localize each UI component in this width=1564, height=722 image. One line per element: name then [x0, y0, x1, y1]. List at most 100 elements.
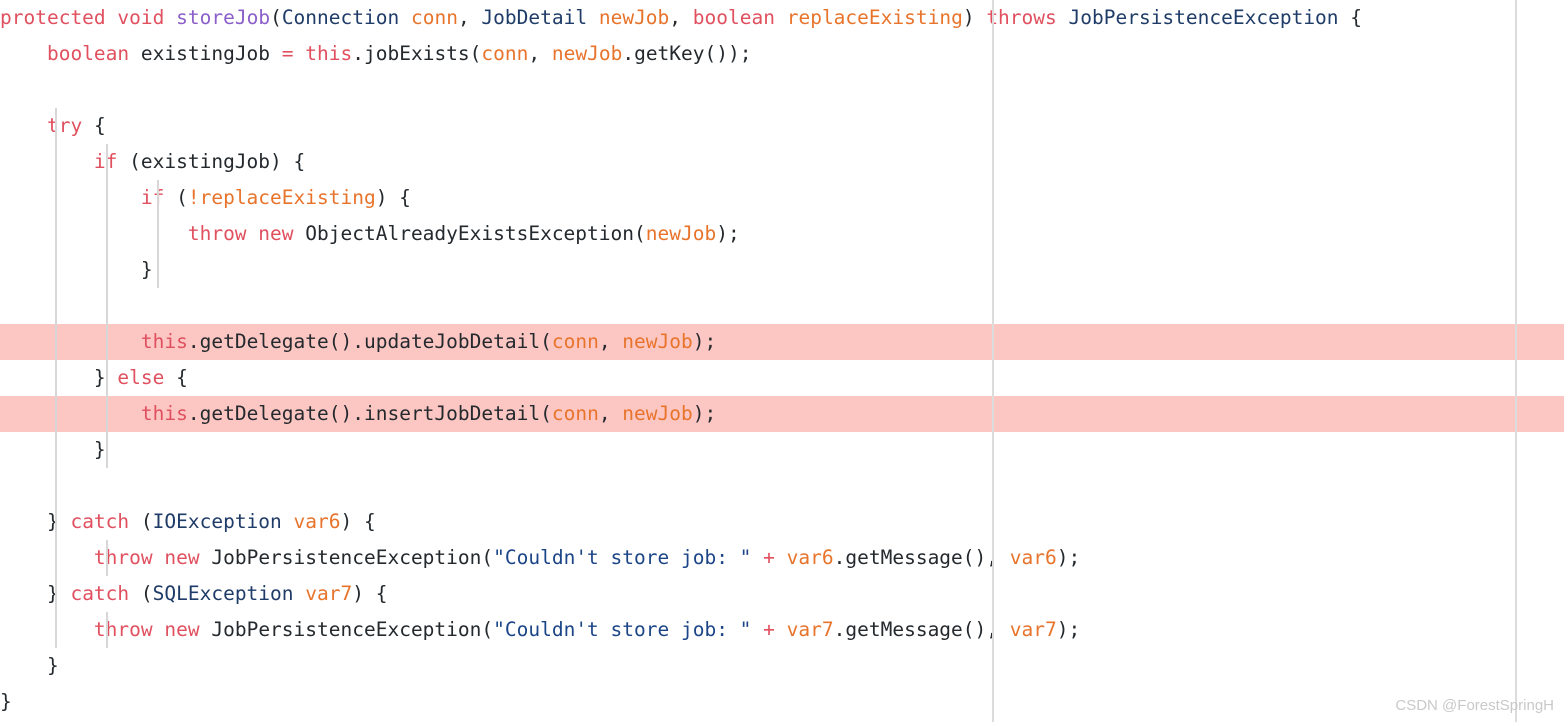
token-pun: [0, 330, 141, 353]
token-par: newJob: [598, 6, 670, 29]
indent-guide-3: [157, 180, 159, 288]
token-kw: protected: [0, 6, 106, 29]
token-opr: =: [281, 42, 294, 65]
code-line[interactable]: if (existingJob) {: [0, 144, 1564, 180]
token-fn: getMessage: [845, 618, 963, 641]
code-line[interactable]: }: [0, 432, 1564, 468]
token-kw: else: [117, 366, 165, 389]
code-line[interactable]: [0, 288, 1564, 324]
token-pun: (existingJob) {: [117, 150, 306, 173]
token-par: var7: [1009, 618, 1057, 641]
token-pun: (: [540, 330, 552, 353]
token-str: "Couldn't store job: ": [493, 618, 752, 641]
token-pun: [0, 222, 188, 245]
token-typ: JobPersistenceException: [211, 618, 482, 641]
token-kw: new: [164, 546, 200, 569]
code-line-highlighted[interactable]: this.getDelegate().updateJobDetail(conn,…: [0, 324, 1564, 360]
code-line-text: if (!replaceExisting) {: [0, 180, 411, 216]
code-line[interactable]: throw new ObjectAlreadyExistsException(n…: [0, 216, 1564, 252]
token-fn: getKey: [634, 42, 705, 65]
code-line-text: }: [0, 684, 12, 720]
code-line[interactable]: } catch (IOException var6) {: [0, 504, 1564, 540]
token-pun: ,: [528, 42, 552, 65]
token-pun: [0, 618, 94, 641]
code-line[interactable]: throw new JobPersistenceException("Could…: [0, 540, 1564, 576]
token-pun: [751, 618, 763, 641]
token-pun: [399, 6, 411, 29]
token-pun: (: [481, 618, 494, 641]
token-kw: new: [164, 618, 200, 641]
code-line[interactable]: }: [0, 648, 1564, 684]
token-pun: );: [692, 402, 717, 425]
token-pun: ,: [669, 6, 693, 29]
code-line-highlighted[interactable]: this.getDelegate().insertJobDetail(conn,…: [0, 396, 1564, 432]
token-pun: ,: [598, 402, 623, 425]
indent-guide-5: [106, 612, 108, 648]
code-line[interactable]: }: [0, 252, 1564, 288]
token-pun: ) {: [352, 582, 388, 605]
code-line[interactable]: if (!replaceExisting) {: [0, 180, 1564, 216]
token-pun: [0, 42, 47, 65]
indent-guide-4: [106, 540, 108, 576]
token-par: newJob: [622, 402, 693, 425]
token-typn: JobDetail: [481, 6, 588, 29]
code-line-text: }: [0, 252, 153, 288]
token-pun: (: [129, 510, 153, 533]
token-pun: );: [716, 222, 740, 245]
token-kw: this: [305, 42, 353, 65]
token-pun: [751, 546, 763, 569]
code-line[interactable]: throw new JobPersistenceException("Could…: [0, 612, 1564, 648]
token-str: "Couldn't store job: ": [493, 546, 752, 569]
token-pun: [0, 402, 141, 425]
token-pun: }: [0, 582, 71, 605]
token-par: newJob: [645, 222, 717, 245]
token-pun: ,: [598, 330, 623, 353]
token-pun: );: [1056, 546, 1081, 569]
token-pun: {: [82, 114, 106, 137]
code-line[interactable]: boolean existingJob = this.jobExists(con…: [0, 36, 1564, 72]
token-typ: JobPersistenceException: [211, 546, 482, 569]
code-line[interactable]: try {: [0, 108, 1564, 144]
code-line-text: boolean existingJob = this.jobExists(con…: [0, 36, 752, 72]
token-kw: catch: [70, 510, 130, 533]
code-line[interactable]: [0, 72, 1564, 108]
code-line[interactable]: } catch (SQLException var7) {: [0, 576, 1564, 612]
token-pun: }: [0, 690, 12, 713]
code-editor[interactable]: protected void storeJob(Connection conn,…: [0, 0, 1564, 722]
code-line[interactable]: } else {: [0, 360, 1564, 396]
token-pun: ) {: [375, 186, 411, 209]
code-line-text: } catch (SQLException var7) {: [0, 576, 388, 612]
token-typ: ObjectAlreadyExistsException: [305, 222, 635, 245]
code-line[interactable]: }: [0, 684, 1564, 720]
token-pun: }: [0, 366, 118, 389]
code-line-text: }: [0, 432, 106, 468]
token-pun: {: [1338, 6, 1363, 29]
column-ruler-1: [992, 0, 994, 722]
token-pun: (: [540, 402, 552, 425]
token-kw: catch: [70, 582, 130, 605]
token-opr: +: [763, 618, 775, 641]
token-mth: storeJob: [176, 6, 271, 29]
token-par: var6: [1009, 546, 1057, 569]
token-opr: +: [763, 546, 775, 569]
token-par: var6: [293, 510, 341, 533]
code-lines-container[interactable]: protected void storeJob(Connection conn,…: [0, 0, 1564, 722]
code-line[interactable]: protected void storeJob(Connection conn,…: [0, 0, 1564, 36]
token-kw: if: [140, 186, 165, 209]
token-typn: JobPersistenceException: [1068, 6, 1339, 29]
code-line-text: try {: [0, 108, 106, 144]
token-pun: ) {: [340, 510, 376, 533]
code-line[interactable]: [0, 468, 1564, 504]
code-line-text: if (existingJob) {: [0, 144, 305, 180]
token-pun: (: [270, 6, 282, 29]
token-pun: {: [164, 366, 188, 389]
token-pun: [0, 150, 94, 173]
token-kw: throw: [93, 618, 153, 641]
token-pun: (: [164, 186, 188, 209]
token-kw: try: [46, 114, 83, 137]
token-par: conn: [551, 402, 599, 425]
token-pun: .: [352, 42, 364, 65]
token-pun: }: [0, 438, 106, 461]
token-pun: [775, 546, 787, 569]
token-par: var7: [786, 618, 834, 641]
